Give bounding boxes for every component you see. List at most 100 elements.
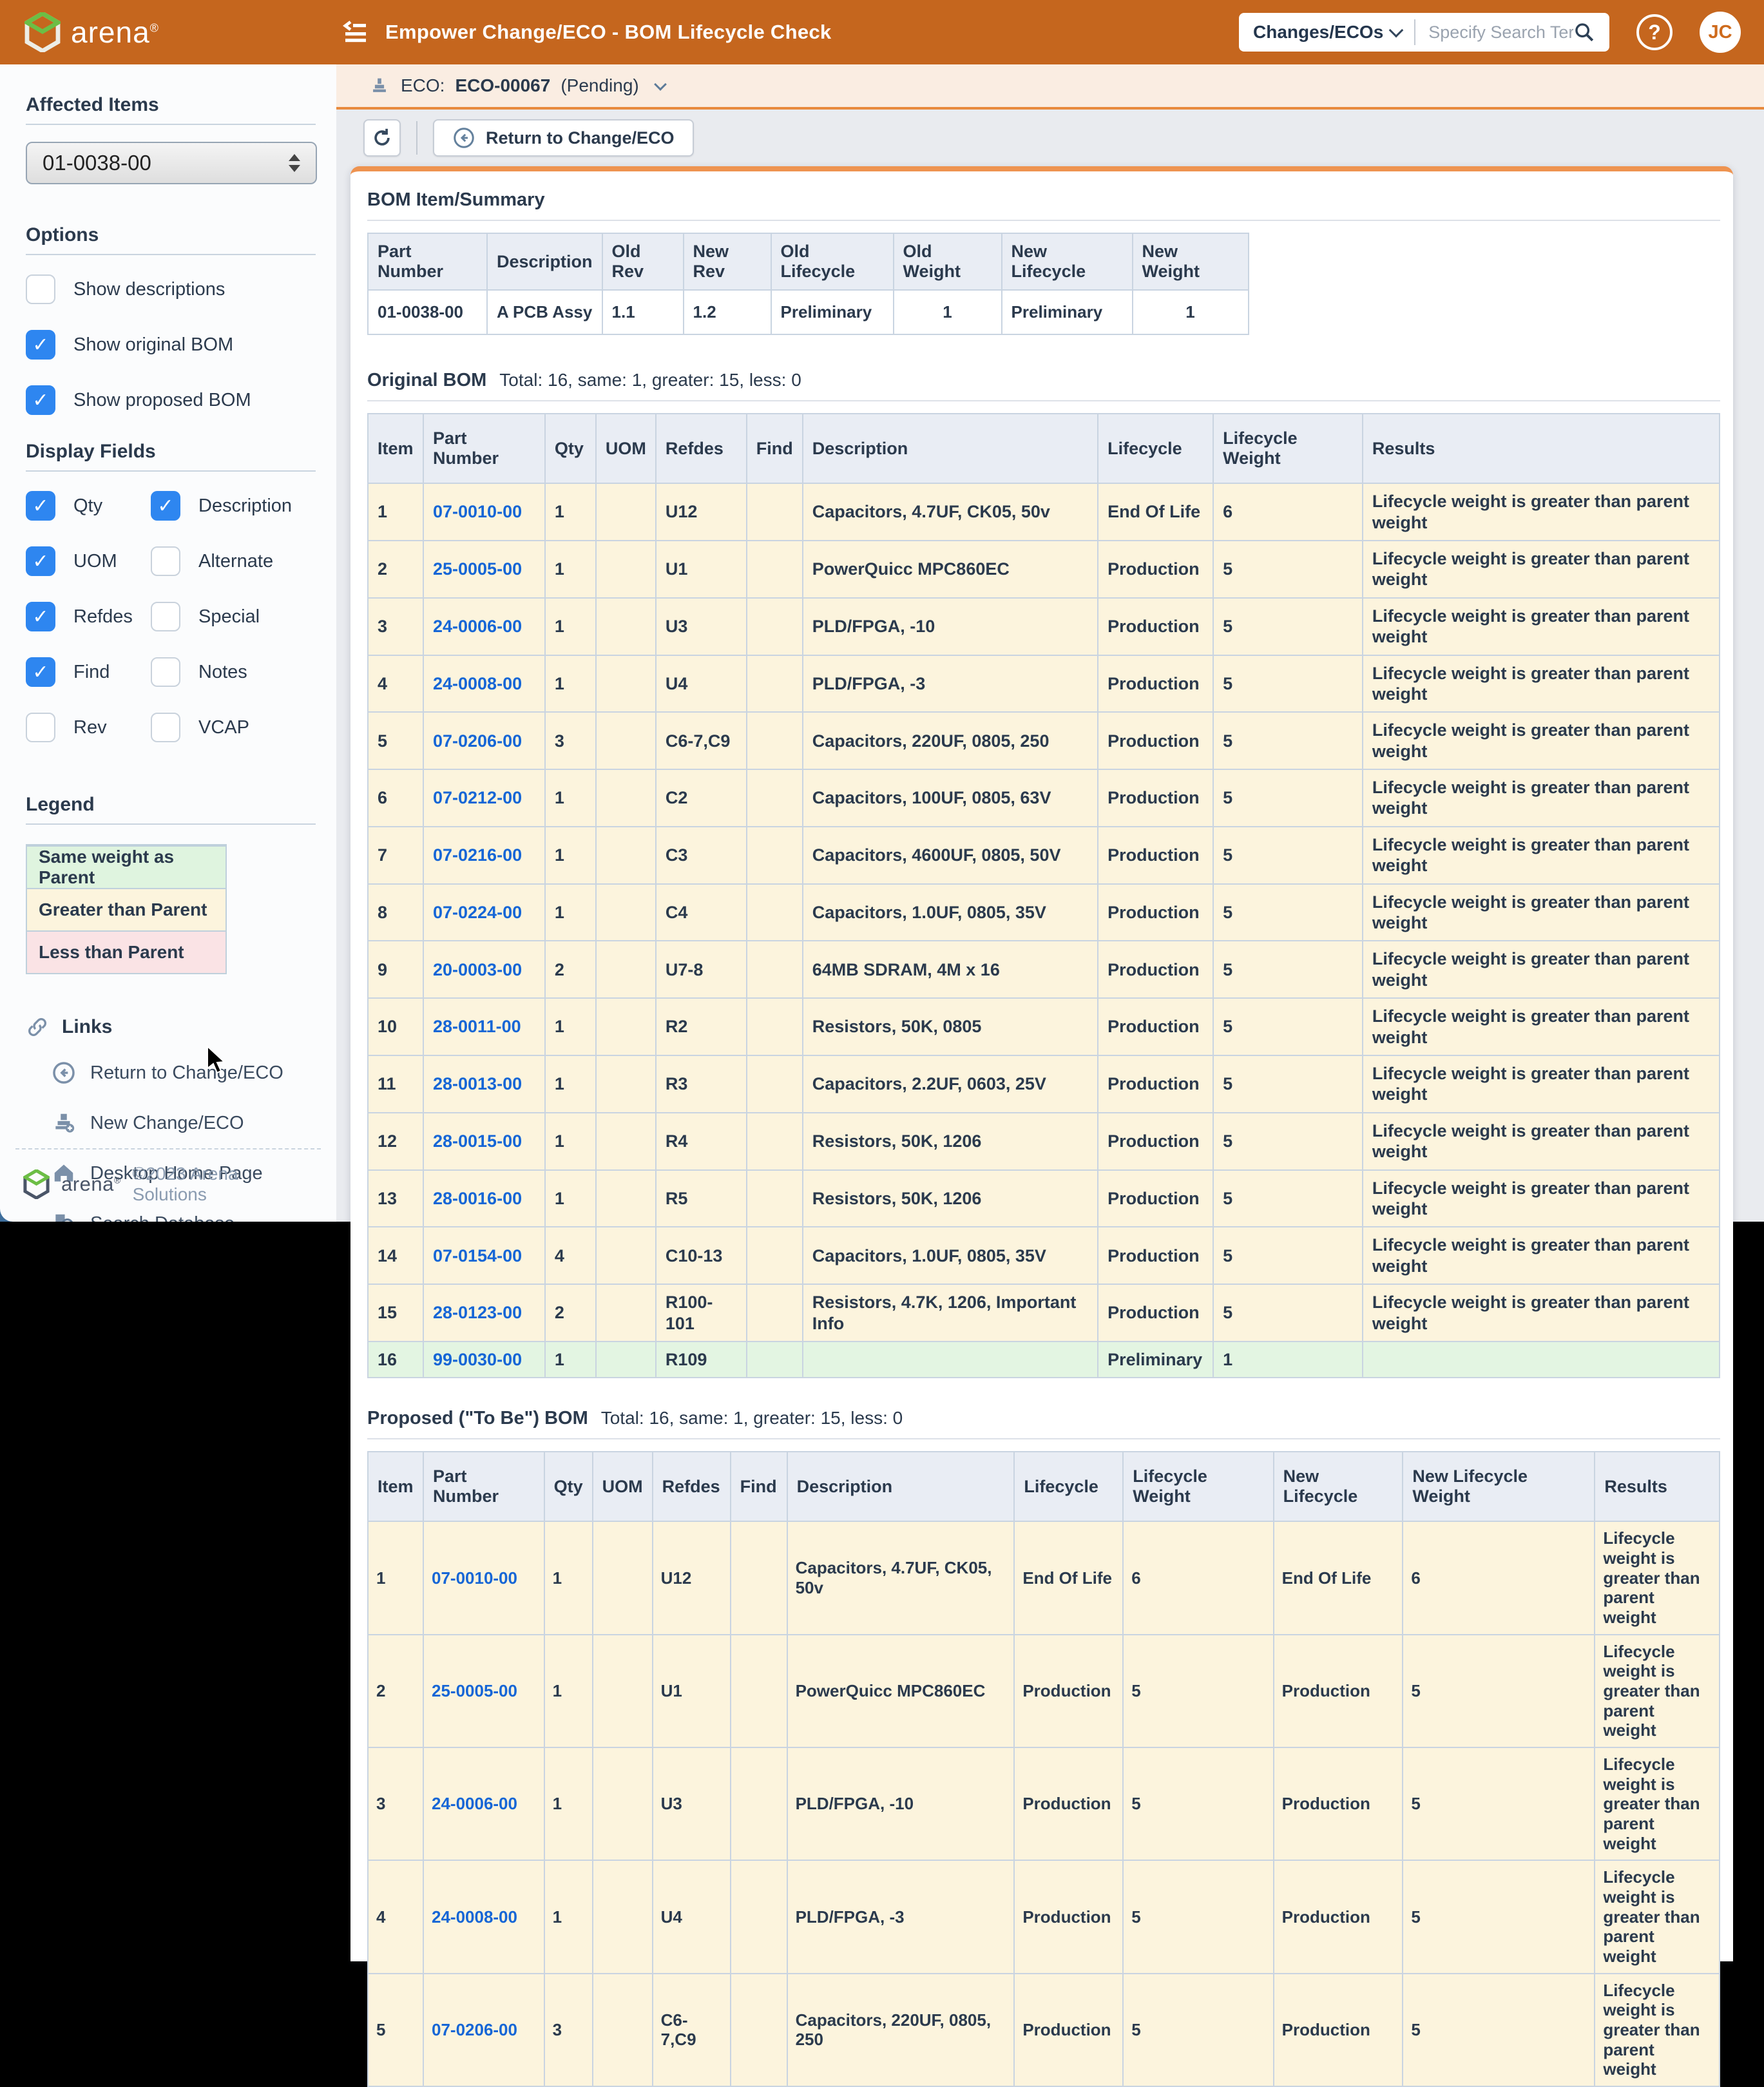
- proposed-bom-stats: Total: 16, same: 1, greater: 15, less: 0: [600, 1408, 903, 1428]
- display-field-row: Alternate: [151, 546, 316, 576]
- part-number-link[interactable]: 25-0005-00: [422, 539, 546, 599]
- part-number-link[interactable]: 28-0123-00: [422, 1284, 546, 1342]
- cell-find: [745, 539, 803, 599]
- cell-nlc: End Of Life: [1272, 1521, 1404, 1635]
- cell-refdes: U1: [655, 539, 747, 599]
- chevron-down-icon[interactable]: [653, 78, 667, 91]
- proposed-bom-table: Item Part Number Qty UOM Refdes Find Descripti…: [367, 1451, 1720, 2087]
- part-number-link[interactable]: 28-0013-00: [422, 1055, 546, 1113]
- offscreen-fill-right: [1733, 1222, 1764, 1961]
- column-header: UOM: [591, 1451, 653, 1523]
- cell-nlc: Production: [1272, 1972, 1404, 2087]
- divider: [26, 823, 316, 825]
- cell-uom: [595, 539, 657, 599]
- sidebar-link[interactable]: Return to Change/ECO: [52, 1061, 316, 1085]
- search-icon[interactable]: [1573, 21, 1595, 43]
- sidebar-link[interactable]: New Change/ECO: [52, 1111, 316, 1135]
- part-number-link[interactable]: 07-0010-00: [422, 483, 546, 541]
- cell-item: 12: [367, 1111, 424, 1171]
- column-header: Results: [1594, 1451, 1720, 1523]
- cell-find: [745, 1226, 803, 1285]
- search-scope-dropdown[interactable]: Changes/ECOs: [1253, 22, 1383, 43]
- checkbox[interactable]: [151, 546, 180, 576]
- link-item-icon: [52, 1061, 76, 1085]
- link-label: New Change/ECO: [90, 1112, 244, 1133]
- cell-find: [745, 1169, 803, 1228]
- checkbox[interactable]: [151, 713, 180, 742]
- cell-lc: End Of Life: [1097, 483, 1214, 541]
- part-number-link[interactable]: 07-0224-00: [422, 883, 546, 942]
- part-number-link[interactable]: 24-0006-00: [422, 1747, 545, 1861]
- cell-item: 1: [367, 1521, 424, 1635]
- collapse-sidebar-icon[interactable]: [340, 18, 369, 47]
- checkbox[interactable]: [26, 657, 55, 687]
- help-icon[interactable]: ?: [1636, 14, 1673, 50]
- table-row: 4 24-0008-00 1 U4 PLD/FPGA, -3 Production 5 Lif…: [367, 654, 1721, 713]
- column-header: Lifecycle Weight: [1122, 1451, 1274, 1523]
- cell-desc: 64MB SDRAM, 4M x 16: [801, 940, 1099, 999]
- legend-heading: Legend: [26, 794, 95, 815]
- cell-new_rev: 1.2: [682, 289, 772, 336]
- cell-lc: Production: [1097, 769, 1214, 827]
- part-number-link[interactable]: 24-0006-00: [422, 597, 546, 656]
- part-number-link[interactable]: 07-0206-00: [422, 1972, 545, 2087]
- checkbox-label: Show original BOM: [73, 334, 234, 355]
- checkbox-label: Refdes: [73, 606, 133, 627]
- divider: [26, 254, 316, 255]
- checkbox[interactable]: [151, 602, 180, 631]
- checkbox[interactable]: [26, 713, 55, 742]
- table-row: 1 07-0010-00 1 U12 Capacitors, 4.7UF, CK05, …: [367, 1521, 1720, 1635]
- affected-item-select[interactable]: 01-0038-00: [26, 142, 317, 184]
- column-header: Refdes: [651, 1451, 731, 1523]
- cell-item: 5: [367, 1972, 424, 2087]
- option-row: Show descriptions: [26, 274, 316, 304]
- cell-uom: [591, 1972, 653, 2087]
- part-number-link[interactable]: 20-0003-00: [422, 940, 546, 999]
- part-number-link[interactable]: 24-0008-00: [422, 1860, 545, 1974]
- eco-number: ECO-00067: [455, 75, 551, 95]
- checkbox[interactable]: [26, 491, 55, 521]
- avatar[interactable]: JC: [1700, 12, 1741, 53]
- cell-results: Lifecycle weight is greater than parent …: [1361, 769, 1721, 827]
- part-number-link[interactable]: 07-0216-00: [422, 825, 546, 885]
- part-number-link[interactable]: 07-0212-00: [422, 769, 546, 827]
- cell-results: Lifecycle weight is greater than parent …: [1594, 1633, 1720, 1749]
- part-number-link[interactable]: 25-0005-00: [422, 1633, 545, 1749]
- column-header: Description: [801, 413, 1099, 485]
- cell-new_w: 1: [1131, 289, 1249, 336]
- cell-lc: End Of Life: [1013, 1521, 1124, 1635]
- checkbox[interactable]: [151, 491, 180, 521]
- option-row: Show original BOM: [26, 330, 316, 360]
- cell-find: [745, 825, 803, 885]
- checkbox[interactable]: [26, 602, 55, 631]
- cell-lw: 5: [1213, 940, 1363, 999]
- chevron-down-icon[interactable]: [1388, 23, 1404, 38]
- part-number-link[interactable]: 28-0015-00: [422, 1111, 546, 1171]
- cell-qty: 1: [544, 1055, 597, 1113]
- part-number-link[interactable]: 28-0011-00: [422, 997, 546, 1056]
- checkbox[interactable]: [26, 330, 55, 360]
- table-row: 16 99-0030-00 1 R109 Preliminary 1: [367, 1340, 1721, 1379]
- checkbox[interactable]: [26, 385, 55, 415]
- divider: [1414, 19, 1416, 45]
- checkbox[interactable]: [26, 546, 55, 576]
- cell-nlc: Production: [1272, 1860, 1404, 1974]
- column-header: Qty: [544, 413, 597, 485]
- cell-qty: 3: [543, 1972, 593, 2087]
- return-to-change-button[interactable]: Return to Change/ECO: [433, 119, 694, 157]
- display-field-row: Special: [151, 602, 316, 631]
- part-number-link[interactable]: 99-0030-00: [422, 1340, 546, 1379]
- cell-item: 4: [367, 654, 424, 713]
- part-number-link[interactable]: 28-0016-00: [422, 1169, 546, 1228]
- checkbox[interactable]: [26, 274, 55, 304]
- part-number-link[interactable]: 07-0206-00: [422, 711, 546, 771]
- cell-refdes: R100-101: [655, 1284, 747, 1342]
- search-input[interactable]: [1428, 22, 1573, 43]
- cell-desc: Capacitors, 220UF, 0805, 250: [801, 711, 1099, 771]
- part-number-link[interactable]: 24-0008-00: [422, 654, 546, 713]
- refresh-button[interactable]: [363, 119, 401, 157]
- cell-results: Lifecycle weight is greater than parent …: [1361, 654, 1721, 713]
- part-number-link[interactable]: 07-0154-00: [422, 1226, 546, 1285]
- checkbox[interactable]: [151, 657, 180, 687]
- part-number-link[interactable]: 07-0010-00: [422, 1521, 545, 1635]
